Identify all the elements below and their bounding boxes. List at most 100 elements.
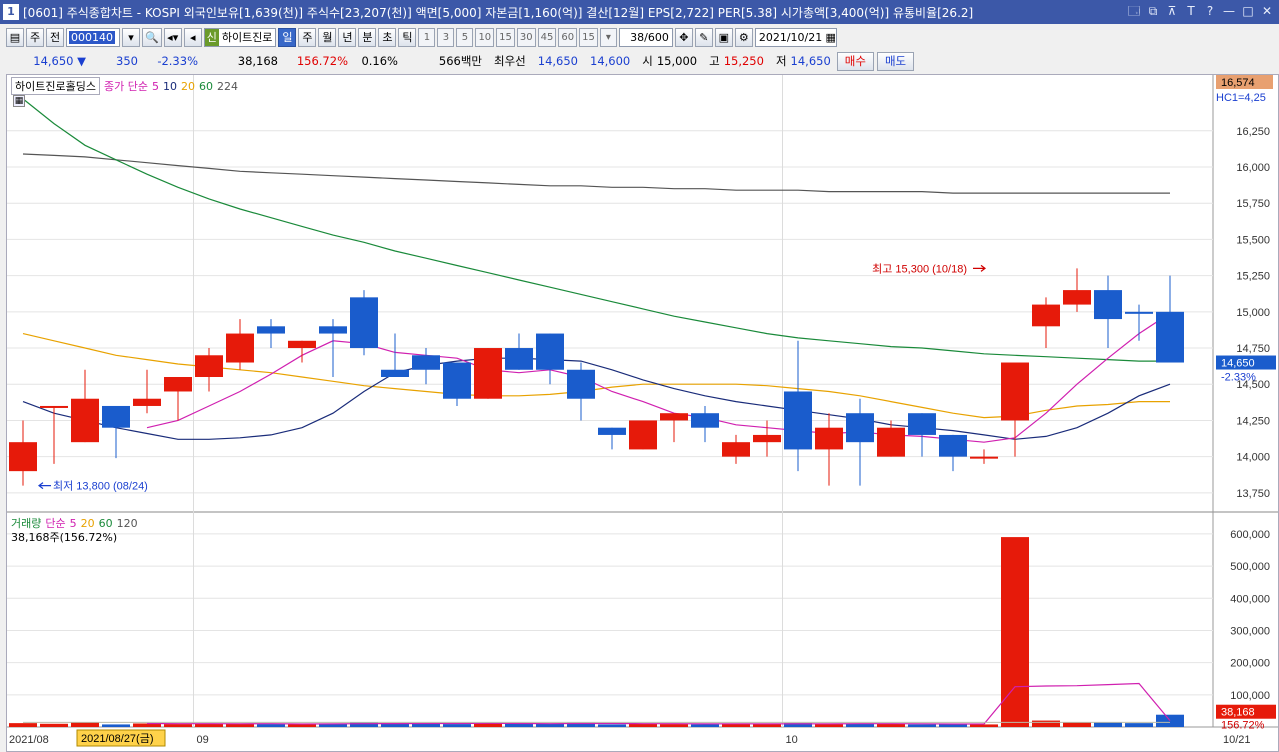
candle-body: [815, 427, 843, 450]
price-legend-label: 종가 단순: [103, 80, 148, 93]
draw-tool-icon[interactable]: ✎: [694, 27, 713, 47]
date-input[interactable]: 2021/10/21 ▦: [754, 27, 837, 47]
interval-60[interactable]: 60: [558, 27, 578, 47]
legend-ma10: 10: [162, 79, 177, 93]
close-icon[interactable]: ✕: [1259, 3, 1275, 19]
price-legend-name[interactable]: 하이트진로홀딩스: [11, 77, 100, 95]
price-tick-label: 15,250: [1236, 271, 1270, 283]
period-tick[interactable]: 틱: [398, 27, 417, 47]
candle-body: [722, 442, 750, 457]
interval-1[interactable]: 1: [418, 27, 436, 47]
ma224-line: [22, 153, 1170, 194]
period-second[interactable]: 초: [378, 27, 397, 47]
cascade-icon[interactable]: ⧉: [1145, 3, 1161, 19]
price-tick-label: 13,750: [1236, 488, 1270, 500]
volume-bar: [443, 724, 471, 727]
window-controls: 🗔 ⧉ ⊼ T ? — □ ✕: [1126, 3, 1275, 19]
candle-body: [1156, 311, 1184, 363]
candle-body: [443, 362, 471, 399]
best-quote-label: 최우선: [494, 54, 526, 68]
candle-body: [877, 427, 905, 457]
low-annotation: 최저 13,800 (08/24): [53, 480, 148, 493]
open-label: 시: [642, 54, 653, 68]
candle-body: [784, 391, 812, 450]
chart-area[interactable]: 13,750 14,000 14,250 14,500 14,750 15,000 15,2…: [6, 74, 1279, 752]
candle-body: [71, 398, 99, 443]
volume-bar: [908, 724, 936, 727]
period-year[interactable]: 년: [338, 27, 357, 47]
candle-body: [9, 442, 37, 472]
crosshair-icon[interactable]: ✥: [674, 27, 693, 47]
candle-body: [1001, 362, 1029, 421]
code-dropdown-icon[interactable]: ▾: [122, 27, 140, 47]
vlegend-ma20: 20: [80, 516, 95, 530]
sound-icon[interactable]: ◂▾: [163, 27, 182, 47]
credit-tag: 신: [204, 28, 219, 46]
high-label: 고: [709, 54, 720, 68]
buy-button[interactable]: 매수: [836, 51, 874, 71]
interval-10[interactable]: 10: [475, 27, 495, 47]
period-month[interactable]: 월: [318, 27, 337, 47]
x-label-end: 10/21: [1223, 734, 1251, 746]
all-button[interactable]: 전: [46, 27, 64, 47]
calendar-icon[interactable]: ▦: [825, 31, 835, 44]
period-minute[interactable]: 분: [358, 27, 377, 47]
high-arrow-icon: [973, 264, 986, 272]
vlegend-ma120: 120: [116, 516, 138, 530]
volume-bar: [71, 722, 99, 727]
interval-30[interactable]: 30: [516, 27, 536, 47]
candle-body: [1063, 290, 1091, 305]
change-percent: -2.33%: [157, 54, 198, 68]
volume-bar: [1125, 723, 1153, 727]
volume-tick-label: 500,000: [1230, 561, 1270, 573]
price-tick-label: 15,750: [1236, 198, 1270, 210]
stock-code-input[interactable]: 000140: [66, 27, 120, 47]
market-select[interactable]: 주: [26, 27, 44, 47]
candle-body: [102, 405, 130, 428]
font-icon[interactable]: T: [1183, 3, 1199, 19]
settings-gear-icon[interactable]: ⚙: [734, 27, 753, 47]
sell-button[interactable]: 매도: [876, 51, 915, 71]
interval-5[interactable]: 5: [456, 27, 474, 47]
window-title: [0601] 주식종합차트 - KOSPI 외국인보유[1,639(천)] 주식…: [23, 5, 974, 20]
interval-45[interactable]: 45: [537, 27, 557, 47]
help-icon[interactable]: ?: [1202, 3, 1218, 19]
toolbar: ▤ 주 전 000140 ▾ 🔍 ◂▾ ◂ 신 하이트진로 일 주 월 년 분 …: [0, 26, 1279, 48]
price-tick-label: 14,750: [1236, 343, 1270, 355]
candle-body: [288, 340, 316, 349]
hc-label: HC1=4,25: [1216, 92, 1266, 104]
candle-body: [381, 369, 409, 377]
price-change: 350: [116, 54, 138, 68]
pin-icon[interactable]: ⊼: [1164, 3, 1180, 19]
title-bar: 1 [0601] 주식종합차트 - KOSPI 외국인보유[1,639(천)] …: [0, 0, 1279, 24]
interval-custom[interactable]: 15: [579, 27, 598, 47]
grid-icon[interactable]: ▦: [13, 95, 25, 107]
volume: 38,168: [237, 54, 278, 68]
prev-stock-icon[interactable]: ◂: [183, 27, 202, 47]
volume-bar: [1094, 722, 1122, 727]
maximize-icon[interactable]: □: [1240, 3, 1256, 19]
candle-body: [598, 427, 626, 435]
interval-dropdown-icon[interactable]: ▾: [599, 27, 617, 47]
chart-type-icon[interactable]: ▤: [6, 27, 24, 47]
volume-bar: [1063, 722, 1091, 727]
interval-3[interactable]: 3: [437, 27, 455, 47]
candle-body: [846, 413, 874, 443]
period-week[interactable]: 주: [298, 27, 317, 47]
stock-chart[interactable]: 13,75014,00014,25014,50014,75015,00015,2…: [7, 75, 1278, 751]
interval-15[interactable]: 15: [496, 27, 515, 47]
period-day[interactable]: 일: [278, 27, 297, 47]
stock-name-field[interactable]: 신 하이트진로: [203, 27, 277, 47]
x-label-oct: 10: [786, 734, 798, 746]
candle-body: [536, 333, 564, 370]
candle-body: [567, 369, 595, 399]
volume-bar: [257, 724, 285, 727]
candle-body: [133, 398, 161, 406]
low-price: 14,650: [790, 54, 831, 68]
current-price-label: 14,650: [1221, 358, 1255, 370]
minimize-icon[interactable]: —: [1221, 3, 1237, 19]
save-icon[interactable]: ▣: [714, 27, 733, 47]
data-count-input[interactable]: 38/600: [618, 27, 673, 47]
search-icon[interactable]: 🔍: [142, 27, 162, 47]
restore-screen-icon[interactable]: 🗔: [1126, 3, 1142, 19]
